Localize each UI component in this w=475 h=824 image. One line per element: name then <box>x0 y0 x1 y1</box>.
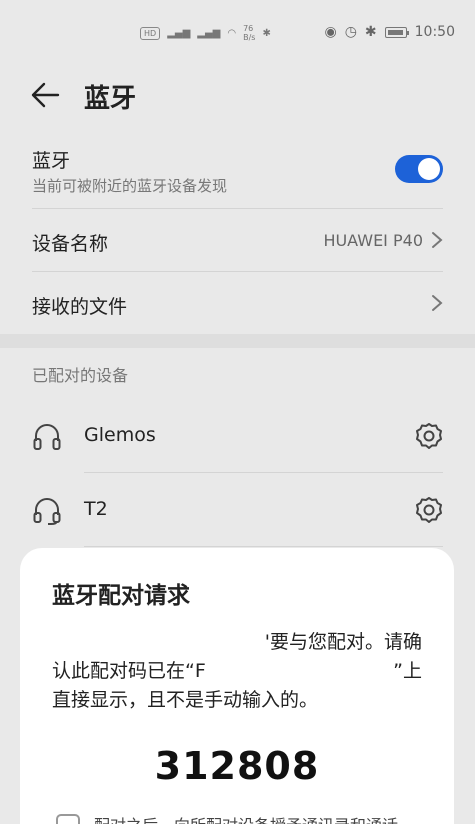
dialog-message-line2-end: ”上 <box>393 660 422 682</box>
eye-icon: ◉ <box>324 24 337 40</box>
network-speed-unit: B/s <box>243 33 256 42</box>
chevron-right-icon <box>432 232 443 248</box>
bluetooth-switch[interactable] <box>395 155 443 183</box>
app-bar: 蓝牙 <box>0 62 475 128</box>
bluetooth-label: 蓝牙 <box>32 150 71 172</box>
battery-icon <box>384 26 409 38</box>
chevron-right-icon <box>432 295 443 311</box>
device-name-value: HUAWEI P40 <box>323 231 423 250</box>
wifi-icon: ◠ <box>227 27 237 39</box>
section-spacer <box>0 334 475 348</box>
bluetooth-icon: ✱ <box>364 24 377 40</box>
received-files-row[interactable]: 接收的文件 <box>32 292 443 319</box>
status-bar: HD ▂▄▆ ▂▄▆ ◠ 76 B/s ✱ ◉ ◷ ✱ 10:50 <box>0 0 475 62</box>
dialog-message-line2: 认此配对码已在“F ”上 <box>52 657 422 686</box>
time: 10:50 <box>414 24 455 40</box>
network-speed-value: 76 <box>243 24 254 33</box>
paired-devices-header: 已配对的设备 <box>32 366 129 385</box>
headphones-icon <box>33 424 61 450</box>
arrow-left-icon[interactable] <box>30 81 60 109</box>
paired-device-name-glemos[interactable]: Glemos <box>84 424 156 446</box>
contacts-access-checkbox[interactable] <box>56 814 80 824</box>
dialog-message-line2-start: 认此配对码已在“F <box>52 660 206 682</box>
received-files-label: 接收的文件 <box>32 296 128 318</box>
divider <box>84 546 443 547</box>
dialog-message-line1: '要与您配对。请确 <box>264 631 422 653</box>
dialog-message-line3: 直接显示，且不是手动输入的。 <box>52 689 319 711</box>
network-speed: 76 B/s <box>243 24 255 42</box>
alarm-icon: ◷ <box>344 24 357 40</box>
bluetooth-status-icon: ✱ <box>262 27 271 39</box>
divider <box>32 208 443 209</box>
gear-icon[interactable] <box>415 422 443 450</box>
hd-badge: HD <box>140 26 161 40</box>
page-title: 蓝牙 <box>84 84 137 114</box>
gear-icon[interactable] <box>415 496 443 524</box>
dialog-message: '要与您配对。请确 认此配对码已在“F ”上 直接显示，且不是手动输入的。 <box>52 628 422 715</box>
divider <box>32 271 443 272</box>
signal-icon: ▂▄▆ <box>167 27 191 39</box>
headset-icon <box>33 498 61 525</box>
contacts-access-label: 配对之后，向所配对设备授予通讯录和通话 <box>94 812 444 824</box>
bluetooth-subtitle: 当前可被附近的蓝牙设备发现 <box>32 177 228 195</box>
dialog-title: 蓝牙配对请求 <box>52 583 190 609</box>
pairing-dialog: 蓝牙配对请求 '要与您配对。请确 认此配对码已在“F ”上 直接显示，且不是手动… <box>20 548 454 824</box>
pairing-code: 312808 <box>154 744 320 788</box>
paired-device-name-t2[interactable]: T2 <box>84 498 108 520</box>
bluetooth-toggle-row[interactable]: 蓝牙 当前可被附近的蓝牙设备发现 <box>32 146 443 196</box>
divider <box>84 472 443 473</box>
signal-icon-2: ▂▄▆ <box>197 27 221 39</box>
status-left-icons: HD ▂▄▆ ▂▄▆ ◠ 76 B/s ✱ <box>140 24 271 42</box>
status-right-icons: ◉ ◷ ✱ 10:50 <box>324 24 455 40</box>
